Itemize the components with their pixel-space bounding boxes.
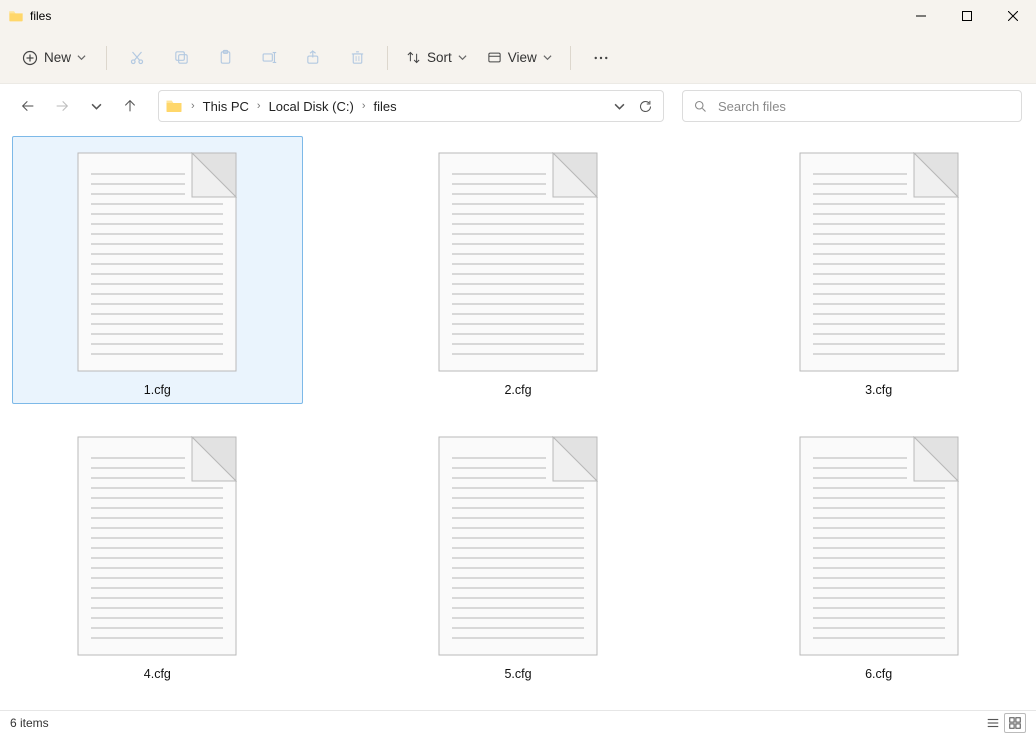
document-icon [438, 436, 598, 656]
chevron-down-icon [77, 53, 86, 62]
breadcrumb-local-disk[interactable]: Local Disk (C:) [265, 97, 358, 116]
window-title: files [30, 9, 51, 23]
clipboard-icon [217, 49, 234, 66]
scissors-icon [128, 49, 146, 67]
sort-button[interactable]: Sort [398, 44, 475, 71]
file-label: 6.cfg [865, 667, 892, 681]
grid-icon [1008, 716, 1022, 730]
separator [387, 46, 388, 70]
forward-button[interactable] [48, 92, 76, 120]
separator [570, 46, 571, 70]
plus-circle-icon [22, 50, 38, 66]
address-bar[interactable]: › This PC › Local Disk (C:) › files [158, 90, 664, 122]
trash-icon [349, 49, 366, 66]
view-button[interactable]: View [479, 44, 560, 71]
file-item[interactable]: 1.cfg [12, 136, 303, 404]
large-icons-view-button[interactable] [1004, 713, 1026, 733]
new-button[interactable]: New [12, 44, 96, 72]
file-label: 4.cfg [144, 667, 171, 681]
document-icon [438, 152, 598, 372]
arrow-right-icon [54, 98, 70, 114]
file-item[interactable]: 2.cfg [373, 136, 664, 404]
file-label: 3.cfg [865, 383, 892, 397]
list-icon [986, 716, 1000, 730]
arrow-up-icon [122, 98, 138, 114]
file-thumbnail [62, 143, 252, 381]
new-button-label: New [44, 50, 71, 65]
file-thumbnail [62, 427, 252, 665]
document-icon [799, 436, 959, 656]
copy-button[interactable] [161, 40, 201, 76]
file-item[interactable]: 3.cfg [733, 136, 1024, 404]
chevron-right-icon: › [360, 100, 368, 112]
view-button-label: View [508, 50, 537, 65]
chevron-right-icon: › [189, 100, 197, 112]
rename-icon [261, 49, 278, 66]
search-input[interactable] [716, 98, 1011, 115]
chevron-down-icon [91, 101, 102, 112]
file-label: 1.cfg [144, 383, 171, 397]
sort-button-label: Sort [427, 50, 452, 65]
address-history-button[interactable] [607, 94, 631, 118]
cut-button[interactable] [117, 40, 157, 76]
breadcrumb-files[interactable]: files [370, 97, 401, 116]
chevron-right-icon: › [255, 100, 263, 112]
search-box[interactable] [682, 90, 1022, 122]
more-button[interactable] [581, 40, 621, 76]
maximize-button[interactable] [944, 0, 990, 32]
file-pane[interactable]: 1.cfg 2.cfg 3.cfg 4.cfg 5.cfg 6.cfg [0, 128, 1036, 710]
search-icon [693, 99, 708, 114]
file-thumbnail [784, 427, 974, 665]
file-item[interactable]: 6.cfg [733, 420, 1024, 688]
view-icon [487, 50, 502, 65]
navigation-row: › This PC › Local Disk (C:) › files [0, 84, 1036, 128]
folder-icon [165, 97, 183, 115]
chevron-down-icon [543, 53, 552, 62]
file-item[interactable]: 4.cfg [12, 420, 303, 688]
document-icon [77, 152, 237, 372]
refresh-icon [638, 99, 653, 114]
document-icon [77, 436, 237, 656]
up-button[interactable] [116, 92, 144, 120]
arrow-left-icon [20, 98, 36, 114]
document-icon [799, 152, 959, 372]
minimize-button[interactable] [898, 0, 944, 32]
toolbar: New Sort View [0, 32, 1036, 84]
paste-button[interactable] [205, 40, 245, 76]
breadcrumb-this-pc[interactable]: This PC [199, 97, 253, 116]
file-label: 2.cfg [504, 383, 531, 397]
status-bar: 6 items [0, 710, 1036, 734]
separator [106, 46, 107, 70]
file-thumbnail [423, 427, 613, 665]
ellipsis-icon [592, 49, 610, 67]
sort-icon [406, 50, 421, 65]
share-button[interactable] [293, 40, 333, 76]
chevron-down-icon [614, 101, 625, 112]
close-button[interactable] [990, 0, 1036, 32]
copy-icon [173, 49, 190, 66]
delete-button[interactable] [337, 40, 377, 76]
chevron-down-icon [458, 53, 467, 62]
folder-icon [8, 8, 24, 24]
back-button[interactable] [14, 92, 42, 120]
share-icon [305, 49, 322, 66]
file-label: 5.cfg [504, 667, 531, 681]
refresh-button[interactable] [633, 94, 657, 118]
file-thumbnail [423, 143, 613, 381]
details-view-button[interactable] [982, 713, 1004, 733]
file-thumbnail [784, 143, 974, 381]
recent-locations-button[interactable] [82, 92, 110, 120]
rename-button[interactable] [249, 40, 289, 76]
item-count: 6 items [10, 716, 49, 730]
file-item[interactable]: 5.cfg [373, 420, 664, 688]
title-bar: files [0, 0, 1036, 32]
